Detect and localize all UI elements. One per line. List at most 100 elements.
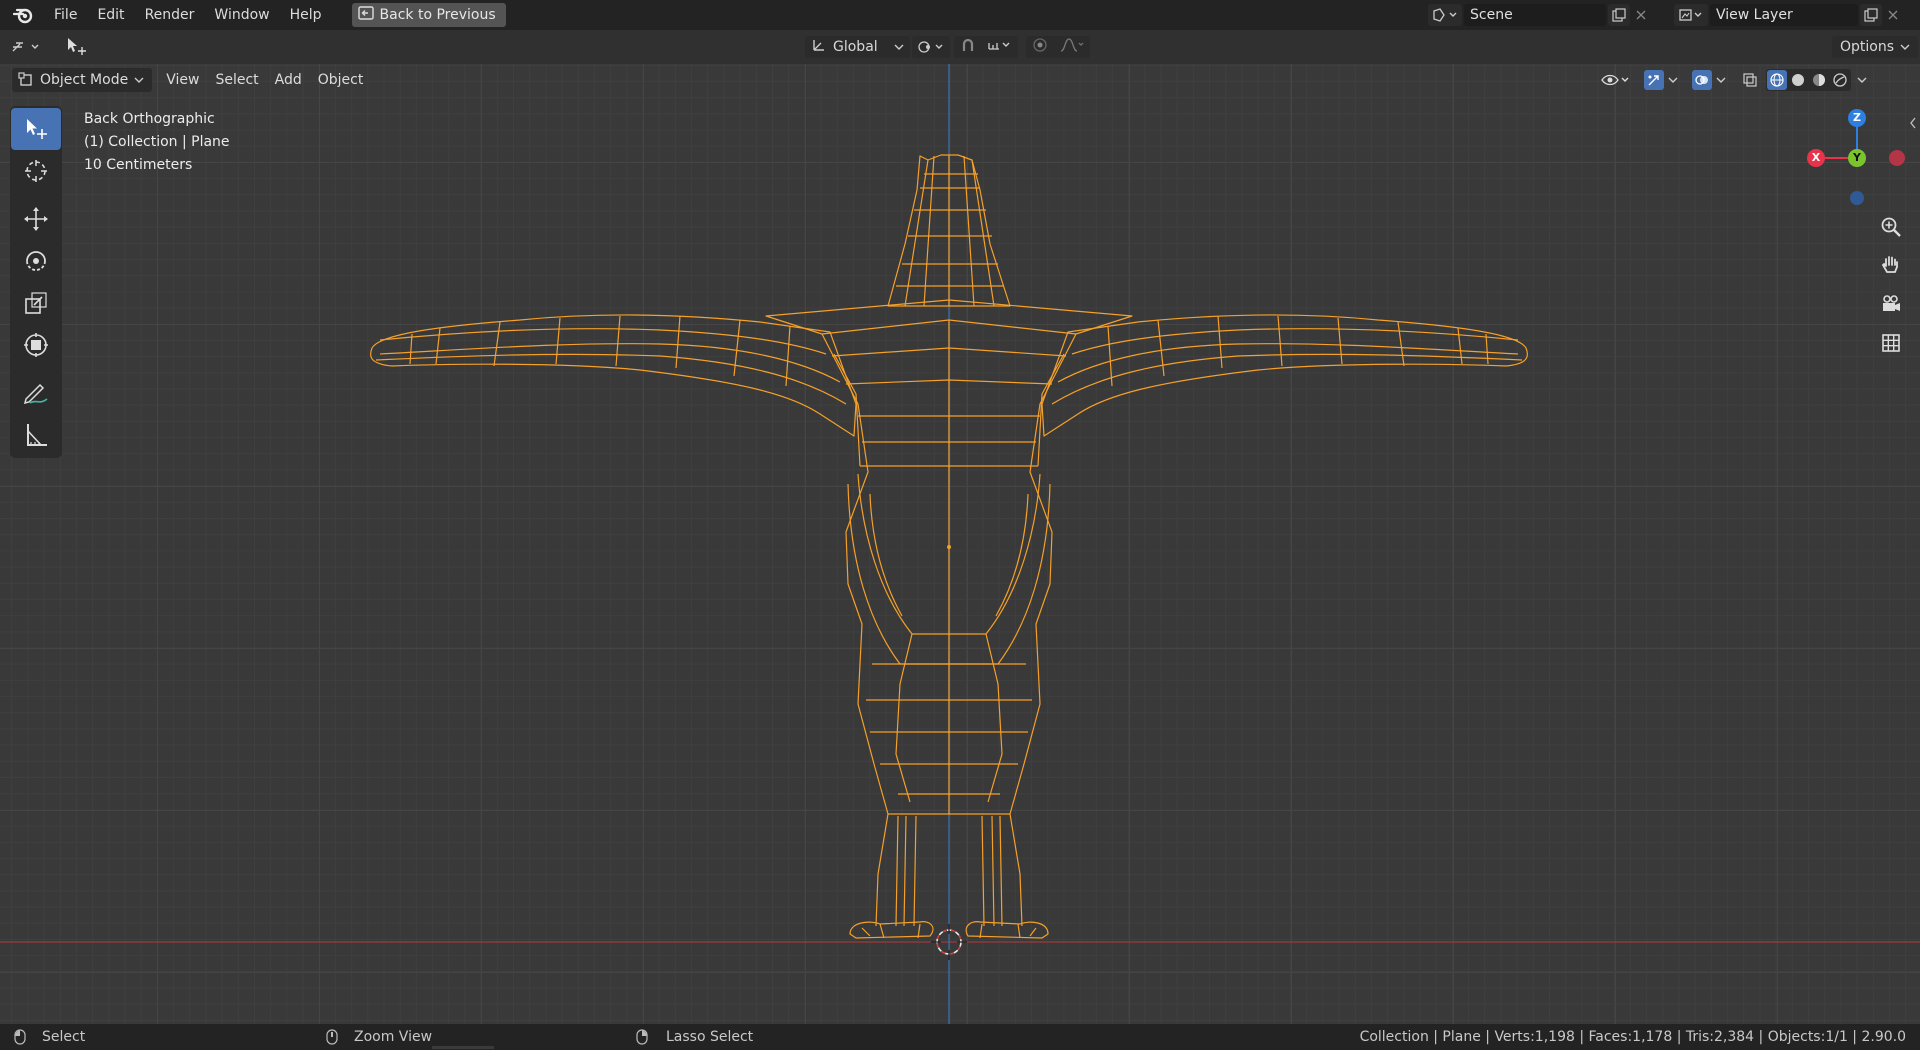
- menu-add[interactable]: Add: [267, 68, 310, 92]
- left-mouse-button-icon: [14, 1029, 26, 1045]
- chevron-down-icon: [894, 39, 904, 55]
- eye-icon: [1601, 74, 1629, 86]
- cursor-tool[interactable]: [11, 150, 61, 192]
- view-layer-browse-icon[interactable]: [1674, 4, 1708, 26]
- status-right-label: Lasso Select: [666, 1029, 754, 1045]
- blender-logo-icon[interactable]: [10, 5, 36, 25]
- select-box-tool[interactable]: [11, 108, 61, 150]
- object-mode-label: Object Mode: [40, 72, 129, 88]
- options-label: Options: [1840, 39, 1895, 55]
- collection-info-text: (1) Collection | Plane: [84, 134, 230, 150]
- overlay-controls[interactable]: [1692, 70, 1726, 90]
- zoom-view-icon[interactable]: [1876, 212, 1906, 242]
- viewport-header: Object Mode View Select Add Object: [0, 64, 1920, 96]
- rotate-icon: [26, 251, 46, 271]
- menu-edit[interactable]: Edit: [87, 0, 134, 30]
- transform-tool[interactable]: [11, 324, 61, 366]
- wireframe-shading-icon[interactable]: [1767, 70, 1787, 90]
- pan-hand-icon[interactable]: [1876, 250, 1906, 280]
- cursor-icon: [25, 160, 47, 182]
- navigation-gizmo[interactable]: Z X Y: [1800, 104, 1910, 214]
- negative-x-axis-handle[interactable]: [1889, 150, 1905, 166]
- object-mode-icon: [18, 72, 32, 86]
- chevron-down-icon[interactable]: [1716, 76, 1726, 84]
- orthographic-grid-icon[interactable]: [1876, 328, 1906, 358]
- move-icon: [24, 207, 48, 231]
- scene-new-icon[interactable]: [1608, 4, 1630, 26]
- measure-tool[interactable]: [11, 414, 61, 456]
- rotate-tool[interactable]: [11, 240, 61, 282]
- menu-file[interactable]: File: [44, 0, 87, 30]
- menu-window[interactable]: Window: [204, 0, 279, 30]
- view-layer-name-field[interactable]: View Layer: [1710, 4, 1858, 26]
- back-to-previous-button[interactable]: Back to Previous: [351, 3, 506, 27]
- snap-increment-icon[interactable]: [987, 37, 1013, 57]
- orientation-axes-icon: [811, 37, 827, 57]
- object-origin: [947, 545, 951, 549]
- annotate-tool[interactable]: [11, 372, 61, 414]
- chevron-down-icon[interactable]: [1668, 76, 1678, 84]
- menu-help[interactable]: Help: [280, 0, 332, 30]
- back-to-previous-label: Back to Previous: [379, 7, 496, 23]
- x-axis-handle[interactable]: X: [1807, 149, 1825, 167]
- gizmo-controls[interactable]: [1644, 70, 1678, 90]
- scene-delete-icon[interactable]: [1630, 4, 1652, 26]
- falloff-curve-icon[interactable]: [1059, 37, 1085, 57]
- viewport-info: Back Orthographic (1) Collection | Plane…: [84, 108, 230, 177]
- transform-orientation-label: Global: [833, 39, 878, 55]
- scene-name-field[interactable]: Scene: [1464, 4, 1606, 26]
- view-name-text: Back Orthographic: [84, 111, 215, 127]
- material-preview-icon[interactable]: [1809, 70, 1829, 90]
- gizmo-toggle-icon[interactable]: [1644, 70, 1664, 90]
- back-screen-icon: [357, 6, 374, 24]
- middle-mouse-button-icon: [326, 1029, 338, 1045]
- proportional-edit-icon[interactable]: [1032, 37, 1048, 57]
- status-left-mouse: Select: [14, 1029, 85, 1045]
- viewport-scene: [0, 64, 1920, 1024]
- y-axis-handle[interactable]: Y: [1848, 149, 1866, 167]
- menu-render[interactable]: Render: [135, 0, 205, 30]
- shading-mode-group: [1766, 69, 1851, 91]
- view-layer-new-icon[interactable]: [1860, 4, 1882, 26]
- negative-z-axis-handle[interactable]: [1850, 191, 1864, 205]
- proportional-editing-controls[interactable]: [1026, 36, 1090, 58]
- rendered-shading-icon[interactable]: [1830, 70, 1850, 90]
- status-left-label: Select: [42, 1029, 86, 1045]
- viewport-header-right: [1600, 69, 1867, 91]
- scene-browse-icon[interactable]: [1428, 4, 1462, 26]
- 3d-viewport[interactable]: [0, 64, 1920, 1024]
- view-layer-selector[interactable]: View Layer: [1674, 3, 1904, 27]
- chevron-down-icon: [134, 77, 144, 83]
- move-tool[interactable]: [11, 198, 61, 240]
- status-middle-label: Zoom View: [354, 1029, 433, 1045]
- measure-ruler-icon: [27, 424, 47, 446]
- transform-orientation-dropdown[interactable]: Global: [805, 36, 910, 58]
- snap-magnet-icon[interactable]: [960, 37, 976, 57]
- chevron-down-icon[interactable]: [1857, 76, 1867, 84]
- status-bar: Select Zoom View Lasso Select Collection…: [0, 1024, 1920, 1050]
- editor-type-icon[interactable]: [10, 36, 50, 58]
- select-box-icon: [27, 119, 47, 139]
- menu-object[interactable]: Object: [310, 68, 372, 92]
- scene-statistics: Collection | Plane | Verts:1,198 | Faces…: [1359, 1029, 1906, 1045]
- menu-select[interactable]: Select: [207, 68, 266, 92]
- scale-tool[interactable]: [11, 282, 61, 324]
- annotate-pencil-icon: [23, 383, 48, 405]
- scene-selector[interactable]: Scene: [1428, 3, 1652, 27]
- snapping-controls[interactable]: [954, 36, 1018, 58]
- grid-scale-text: 10 Centimeters: [84, 157, 193, 173]
- xray-toggle-icon[interactable]: [1740, 70, 1760, 90]
- menu-view[interactable]: View: [158, 68, 207, 92]
- view-layer-delete-icon[interactable]: [1882, 4, 1904, 26]
- progress-strip: [432, 1046, 494, 1049]
- options-dropdown[interactable]: Options: [1832, 36, 1919, 58]
- z-axis-handle[interactable]: Z: [1848, 109, 1866, 127]
- select-mode-icon[interactable]: [64, 36, 90, 58]
- camera-view-icon[interactable]: [1876, 289, 1906, 319]
- pivot-point-dropdown[interactable]: [912, 36, 950, 58]
- object-mode-dropdown[interactable]: Object Mode: [12, 68, 153, 92]
- chevron-down-icon: [1900, 44, 1910, 50]
- overlays-toggle-icon[interactable]: [1692, 70, 1712, 90]
- solid-shading-icon[interactable]: [1788, 70, 1808, 90]
- visibility-dropdown[interactable]: [1600, 71, 1630, 89]
